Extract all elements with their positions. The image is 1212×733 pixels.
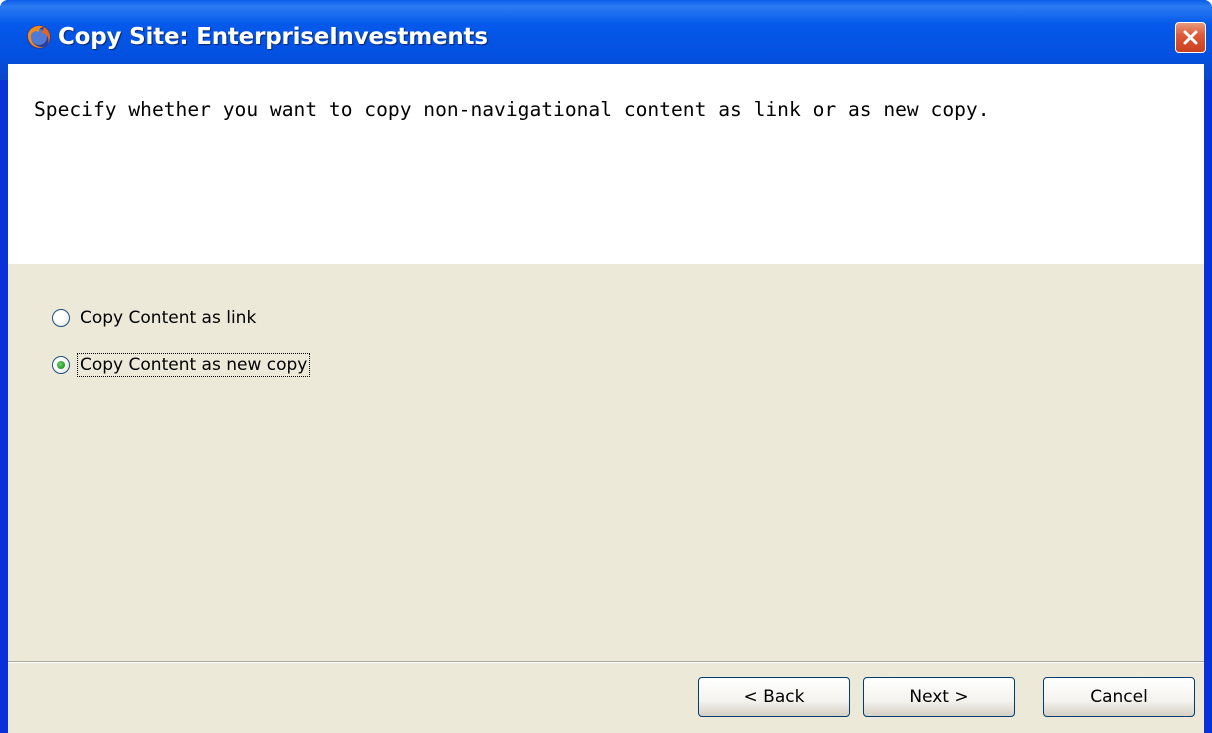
close-button[interactable]: [1175, 22, 1206, 53]
cancel-button[interactable]: Cancel: [1043, 677, 1195, 717]
back-button[interactable]: < Back: [698, 677, 850, 717]
next-button[interactable]: Next >: [863, 677, 1015, 717]
option-label-copy-as-link[interactable]: Copy Content as link: [78, 307, 258, 329]
dialog-window: Copy Site: EnterpriseInvestments Specify…: [0, 0, 1212, 733]
footer-separator: [8, 661, 1204, 663]
window-title: Copy Site: EnterpriseInvestments: [58, 24, 488, 50]
radio-copy-as-link[interactable]: [52, 309, 70, 327]
dialog-body: Specify whether you want to copy non-nav…: [8, 64, 1204, 733]
header-panel: Specify whether you want to copy non-nav…: [8, 64, 1204, 264]
close-icon: [1183, 30, 1198, 45]
radio-copy-as-new-copy[interactable]: [52, 356, 70, 374]
option-label-copy-as-new-copy[interactable]: Copy Content as new copy: [76, 353, 311, 377]
option-copy-as-new-copy[interactable]: Copy Content as new copy: [52, 353, 311, 377]
instruction-text: Specify whether you want to copy non-nav…: [34, 98, 990, 121]
option-copy-as-link[interactable]: Copy Content as link: [52, 307, 258, 329]
firefox-icon: [27, 25, 51, 49]
